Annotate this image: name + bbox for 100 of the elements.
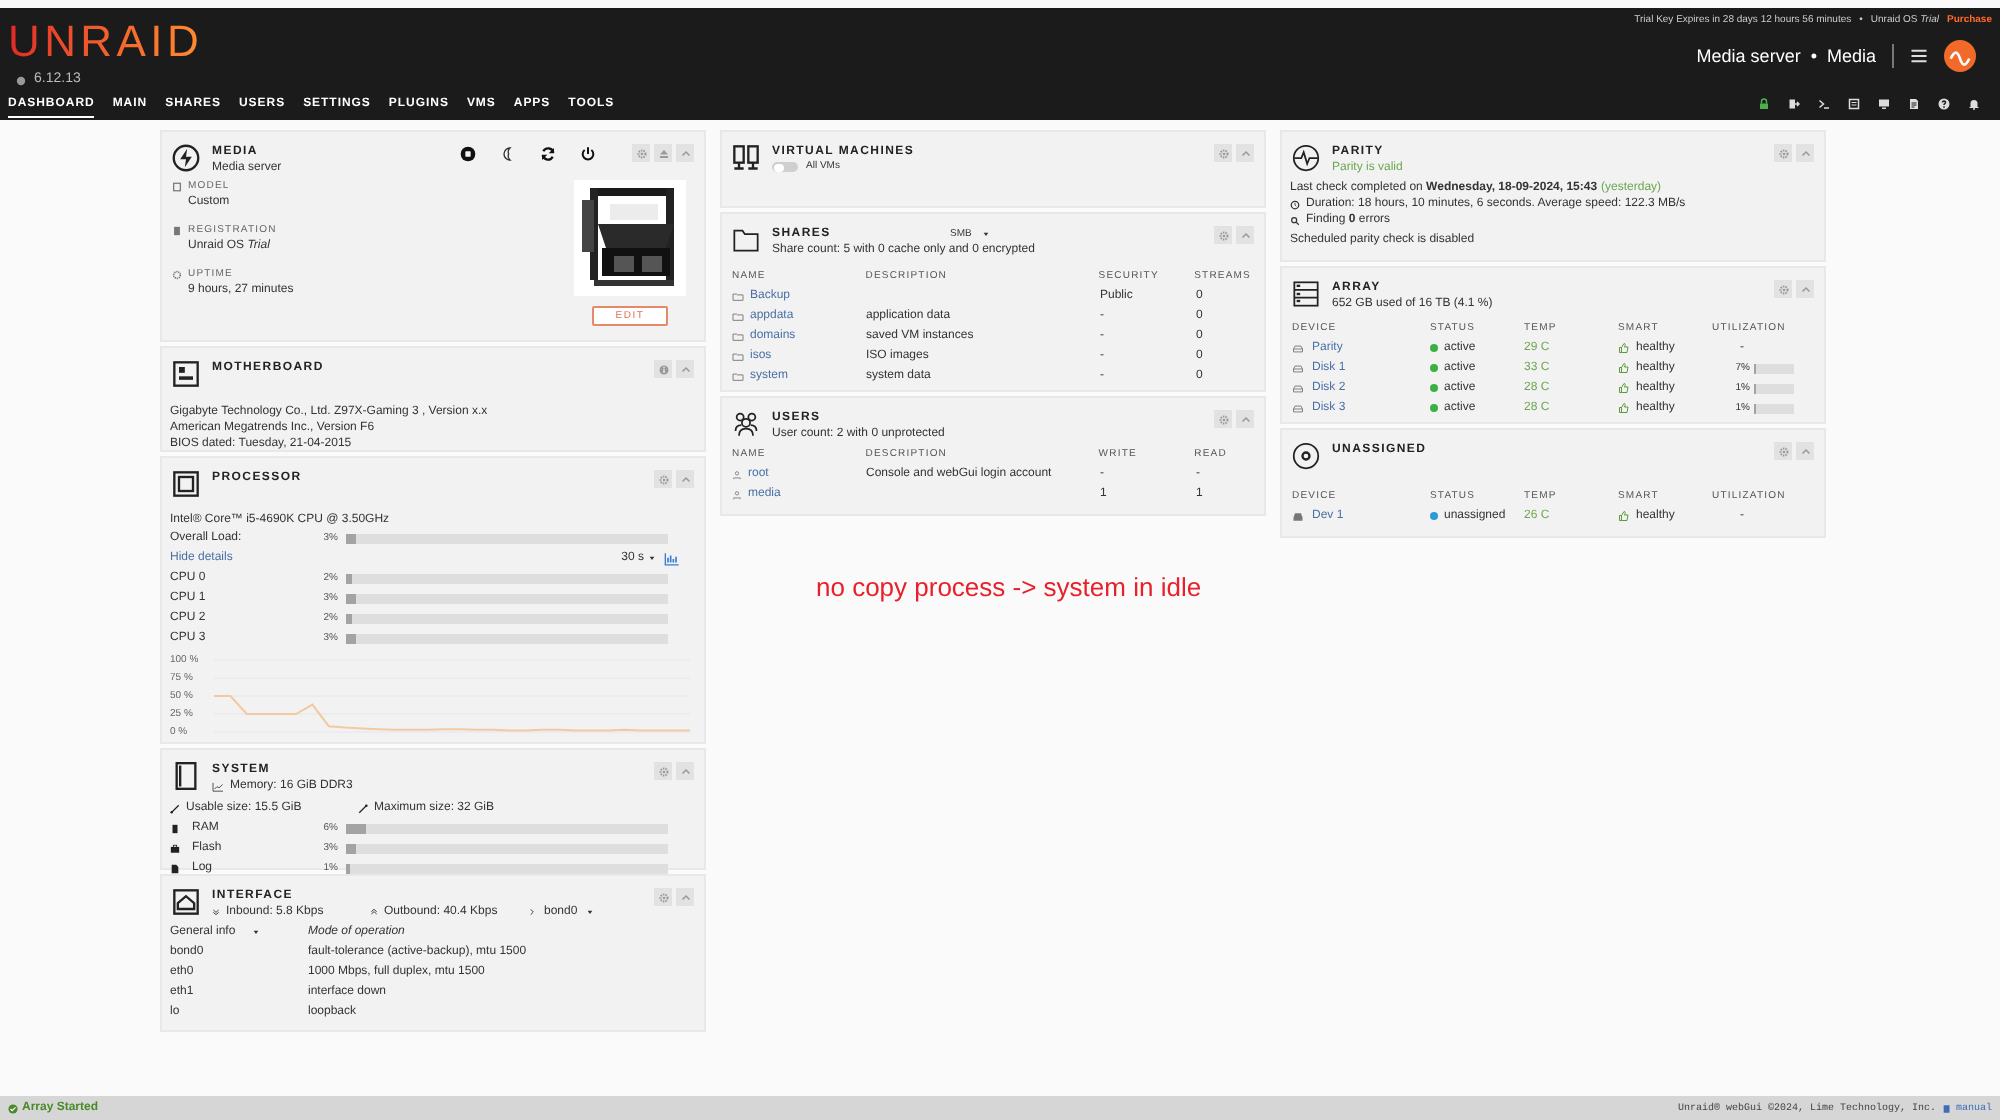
stop-icon[interactable] — [460, 146, 476, 162]
server-name: Media server — [1696, 45, 1801, 67]
power-icon[interactable] — [580, 146, 596, 162]
caret-up-icon — [679, 147, 691, 159]
bell-icon[interactable] — [1968, 98, 1980, 110]
settings-icon — [1777, 445, 1789, 457]
annotation-text: no copy process -> system in idle — [816, 572, 1202, 604]
menu-icon[interactable] — [1910, 48, 1928, 64]
motherboard-icon — [172, 360, 200, 388]
settings-button[interactable] — [1774, 280, 1792, 298]
server-description: Media — [1826, 45, 1876, 67]
thumbs-up-icon — [1618, 362, 1630, 374]
settings-button[interactable] — [1774, 442, 1792, 460]
settings-button[interactable] — [654, 888, 672, 906]
disc-icon — [1292, 442, 1320, 470]
users-icon — [732, 410, 760, 438]
settings-icon — [657, 891, 669, 903]
settings-icon — [657, 473, 669, 485]
chevron-right-icon — [528, 908, 536, 916]
settings-button[interactable] — [1214, 410, 1232, 428]
collapse-button[interactable] — [1796, 144, 1814, 162]
network-icon — [172, 888, 200, 916]
system-icon — [172, 762, 200, 790]
collapse-button[interactable] — [1796, 280, 1814, 298]
chevron-up-icon — [370, 908, 378, 916]
notes-icon[interactable] — [1848, 98, 1860, 110]
eject-button[interactable] — [654, 144, 672, 162]
thumbs-up-icon — [1618, 342, 1630, 354]
caret-up-icon — [679, 765, 691, 777]
thumbs-up-icon — [1618, 510, 1630, 522]
clock-icon — [1290, 199, 1300, 209]
thumbs-up-icon — [1618, 382, 1630, 394]
settings-icon — [657, 765, 669, 777]
book-icon — [1941, 1103, 1952, 1113]
registration-icon — [172, 226, 182, 236]
model-icon — [172, 182, 182, 192]
settings-icon — [1217, 147, 1229, 159]
avatar-icon[interactable] — [1944, 40, 1976, 72]
collapse-button[interactable] — [1236, 144, 1254, 162]
collapse-button[interactable] — [1796, 442, 1814, 460]
settings-button[interactable] — [1214, 144, 1232, 162]
resize-icon — [170, 803, 180, 813]
settings-icon — [1217, 413, 1229, 425]
settings-icon — [1777, 147, 1789, 159]
toggle-switch[interactable] — [772, 162, 798, 172]
terminal-icon[interactable] — [1818, 98, 1830, 110]
briefcase-icon — [170, 843, 180, 853]
collapse-button[interactable] — [676, 360, 694, 378]
caret-up-icon — [679, 891, 691, 903]
monitor-icon[interactable] — [1878, 98, 1890, 110]
settings-icon — [1777, 283, 1789, 295]
collapse-button[interactable] — [676, 762, 694, 780]
collapse-button[interactable] — [676, 144, 694, 162]
uptime-icon — [172, 270, 182, 280]
settings-icon — [1217, 229, 1229, 241]
caret-up-icon — [679, 473, 691, 485]
eject-icon — [657, 147, 669, 159]
refresh-icon[interactable] — [540, 146, 556, 162]
collapse-button[interactable] — [1236, 410, 1254, 428]
caret-up-icon — [1799, 283, 1811, 295]
caret-up-icon — [1239, 229, 1251, 241]
settings-button[interactable] — [654, 470, 672, 488]
caret-up-icon — [1799, 147, 1811, 159]
processor-icon — [172, 470, 200, 498]
check-circle-icon — [8, 1103, 18, 1113]
lightning-icon — [172, 144, 200, 172]
caret-up-icon — [1239, 147, 1251, 159]
caret-down-icon — [648, 554, 656, 562]
info-icon — [657, 363, 669, 375]
search-icon — [1290, 215, 1300, 225]
thumbs-up-icon — [1618, 402, 1630, 414]
chart-icon[interactable] — [664, 551, 680, 565]
info-button[interactable] — [654, 360, 672, 378]
lock-icon[interactable] — [1758, 98, 1770, 110]
memory-icon — [170, 823, 180, 833]
logout-icon[interactable] — [1788, 98, 1800, 110]
caret-up-icon — [1799, 445, 1811, 457]
caret-up-icon — [1239, 413, 1251, 425]
monitors-icon — [732, 144, 760, 172]
collapse-button[interactable] — [676, 470, 694, 488]
help-icon[interactable] — [1938, 98, 1950, 110]
moon-icon[interactable] — [500, 146, 516, 162]
folder-icon — [732, 226, 760, 254]
server-icon — [1292, 280, 1320, 308]
settings-button[interactable] — [654, 762, 672, 780]
settings-button[interactable] — [632, 144, 650, 162]
collapse-button[interactable] — [676, 888, 694, 906]
user-icon — [732, 489, 742, 499]
settings-icon — [635, 147, 647, 159]
pulse-icon — [1292, 144, 1320, 172]
document-icon[interactable] — [1908, 98, 1920, 110]
chevron-down-icon — [212, 908, 220, 916]
collapse-button[interactable] — [1236, 226, 1254, 244]
chart-icon — [212, 781, 224, 791]
settings-button[interactable] — [1774, 144, 1792, 162]
resize-icon — [358, 803, 368, 813]
user-icon — [732, 469, 742, 479]
separator-dot: • — [1810, 45, 1817, 67]
caret-up-icon — [679, 363, 691, 375]
settings-button[interactable] — [1214, 226, 1232, 244]
